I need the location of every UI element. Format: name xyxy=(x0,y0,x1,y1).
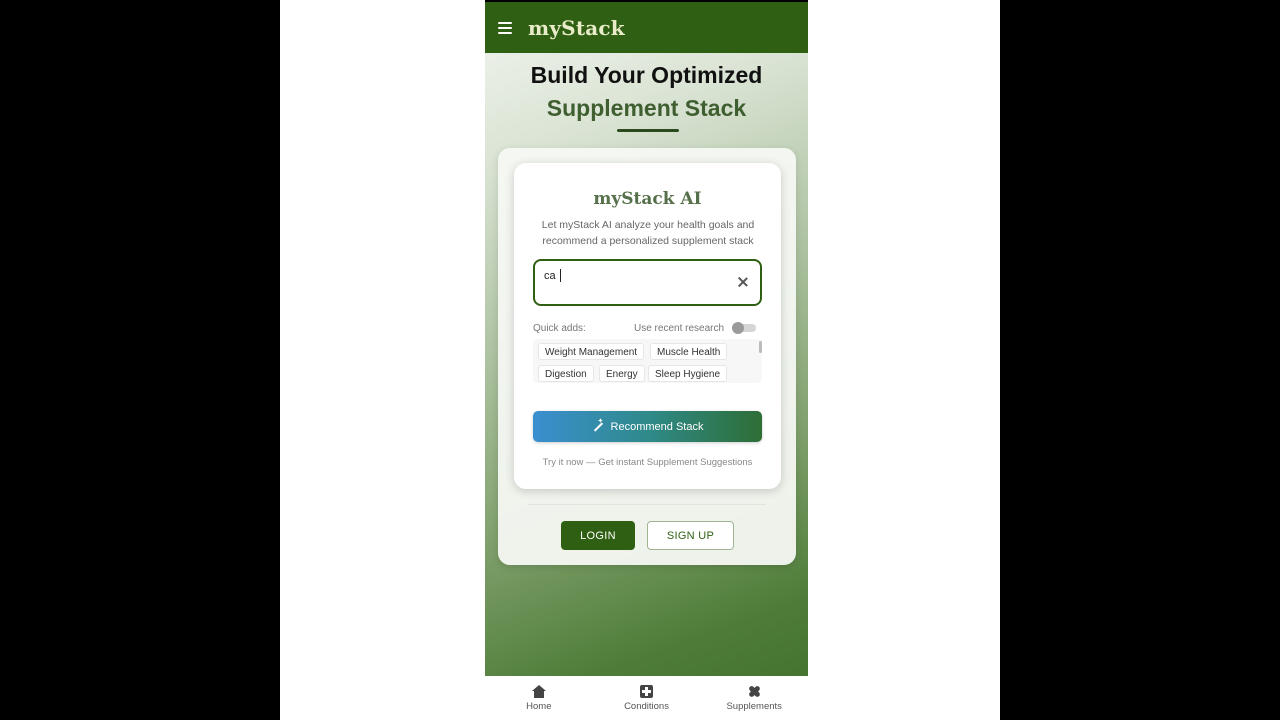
try-it-now-text: Try it now — Get instant Supplement Sugg… xyxy=(542,457,753,468)
app-bar: myStack xyxy=(485,2,808,53)
hero-card: myStack AI Let myStack AI analyze your h… xyxy=(498,148,796,565)
quick-adds-list: Weight Management Muscle Health Digestio… xyxy=(533,339,762,383)
quick-add-chip[interactable]: Muscle Health xyxy=(650,343,728,360)
quick-add-chip[interactable]: Weight Management xyxy=(538,343,645,360)
left-margin xyxy=(280,0,485,720)
menu-icon[interactable] xyxy=(498,21,514,34)
nav-item-conditions[interactable]: Conditions xyxy=(593,676,701,720)
hero-title-line2: Supplement Stack xyxy=(546,95,747,121)
hero-title-line1: Build Your Optimized xyxy=(530,62,763,88)
left-letterbox xyxy=(0,0,280,720)
ai-card-title: myStack AI xyxy=(593,189,702,209)
right-margin xyxy=(808,0,1000,720)
clear-icon[interactable] xyxy=(738,277,748,287)
chips-scrollbar[interactable] xyxy=(759,341,762,353)
hero-underline xyxy=(617,129,679,132)
signup-button[interactable]: SIGN UP xyxy=(647,521,734,550)
toggle-knob xyxy=(732,322,744,334)
text-caret xyxy=(560,269,561,282)
right-letterbox xyxy=(1000,0,1280,720)
card-divider xyxy=(528,504,766,505)
recommend-stack-label: Recommend Stack xyxy=(610,420,704,433)
medical-icon xyxy=(640,684,653,698)
quick-adds-label: Quick adds: xyxy=(533,323,586,334)
home-icon xyxy=(531,684,546,698)
recommend-stack-button[interactable]: Recommend Stack xyxy=(533,411,762,442)
health-goal-input[interactable] xyxy=(544,267,724,285)
app-brand[interactable]: myStack xyxy=(528,16,625,40)
nav-item-supplements[interactable]: Supplements xyxy=(700,676,808,720)
ai-card: myStack AI Let myStack AI analyze your h… xyxy=(514,163,781,489)
research-toggle-label: Use recent research xyxy=(634,323,725,334)
magic-wand-icon xyxy=(592,417,604,433)
quick-add-chip[interactable]: Energy xyxy=(599,365,645,382)
login-button[interactable]: LOGIN xyxy=(561,521,635,550)
health-goal-search-box[interactable] xyxy=(533,259,762,306)
quick-add-chip[interactable]: Digestion xyxy=(538,365,594,382)
nav-label: Home xyxy=(526,700,552,712)
nav-item-home[interactable]: Home xyxy=(485,676,593,720)
quick-add-chip[interactable]: Sleep Hygiene xyxy=(648,365,728,382)
nav-label: Conditions xyxy=(624,700,669,712)
bottom-nav: Home Conditions Supplements xyxy=(485,676,808,720)
ai-card-description: Let myStack AI analyze your health goals… xyxy=(541,219,755,247)
pill-icon xyxy=(747,684,761,698)
research-toggle[interactable] xyxy=(732,322,756,334)
phone-screen: myStack Build Your Optimized Supplement … xyxy=(485,2,808,720)
nav-label: Supplements xyxy=(726,701,782,712)
